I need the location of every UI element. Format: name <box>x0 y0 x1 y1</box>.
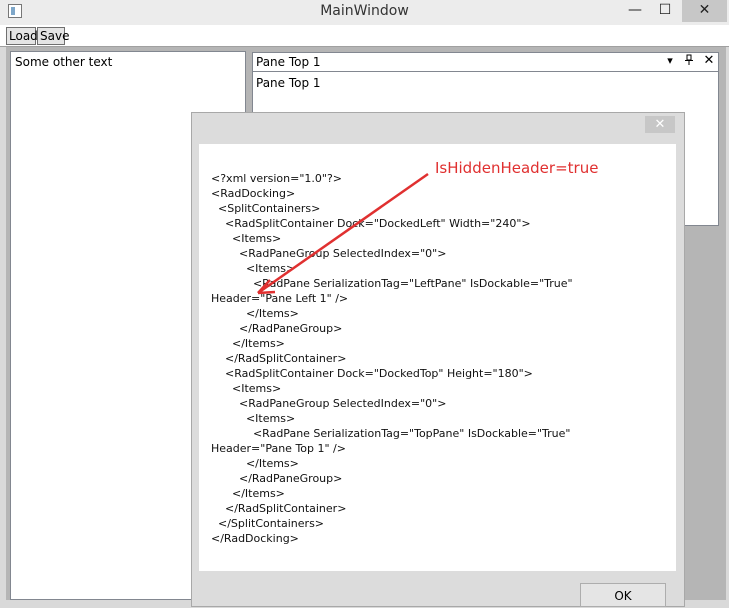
pane-pin-icon[interactable] <box>682 54 696 69</box>
window-title: MainWindow <box>320 3 409 19</box>
ok-button[interactable]: OK <box>580 583 666 607</box>
annotation-label: IsHiddenHeader=true <box>435 159 599 177</box>
dialog-close-button[interactable]: ✕ <box>645 116 675 133</box>
pin-icon <box>685 54 693 65</box>
left-pane-text: Some other text <box>15 55 113 69</box>
minimize-button[interactable]: — <box>622 0 648 22</box>
pane-close-icon[interactable]: ✕ <box>702 53 716 68</box>
toolbar <box>0 25 729 47</box>
xml-text: <?xml version="1.0"?> <RadDocking> <Spli… <box>211 172 573 545</box>
pane-menu-icon[interactable]: ▾ <box>663 54 677 67</box>
top-pane-text: Pane Top 1 <box>256 76 321 90</box>
maximize-button[interactable]: ☐ <box>652 0 678 22</box>
load-button[interactable]: Load <box>6 27 38 45</box>
save-button[interactable]: Save <box>37 27 69 45</box>
window-close-button[interactable]: ✕ <box>682 0 727 22</box>
top-pane-header[interactable] <box>252 52 719 72</box>
top-pane-title: Pane Top 1 <box>256 55 321 69</box>
